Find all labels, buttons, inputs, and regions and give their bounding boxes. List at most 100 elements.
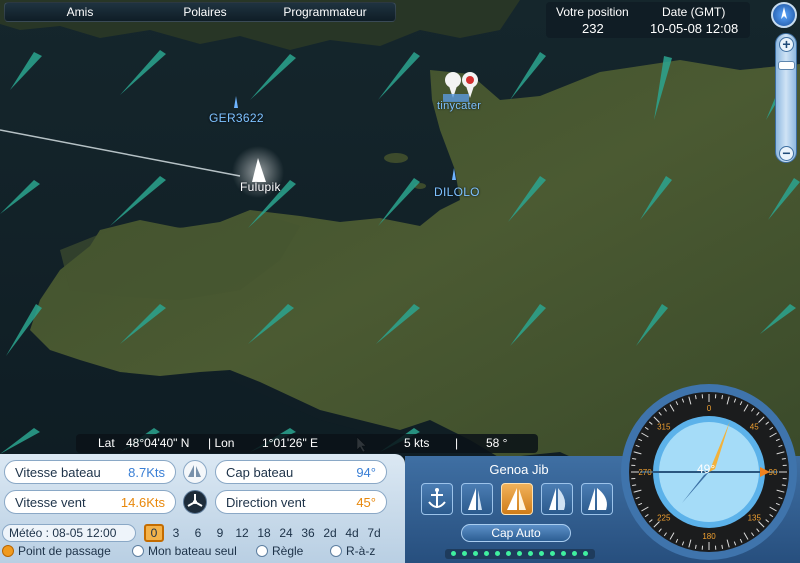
status-led (506, 551, 511, 556)
zoom-out-button[interactable]: − (779, 146, 794, 161)
meteo-step[interactable]: 36 (298, 524, 318, 542)
cursor-heading: 58 ° (486, 436, 508, 450)
filter-my-boat[interactable]: Mon bateau seul (132, 544, 237, 558)
lon-value: 1°01'26" E (262, 436, 319, 450)
gennaker-icon (588, 488, 607, 510)
status-led (473, 551, 478, 556)
heading-compass[interactable]: 0 45 90 135 180 225 270 315 49° (620, 383, 798, 561)
rank-label: Votre position (556, 5, 629, 19)
meteo-step[interactable]: 9 (210, 524, 230, 542)
compass-label: 0 (707, 404, 712, 413)
radio-dot (330, 545, 342, 557)
filter-ruler-label: Règle (272, 544, 304, 558)
rank-value: 232 (582, 21, 604, 36)
compass-tick (632, 484, 637, 487)
nav-polaires[interactable]: Polaires (155, 3, 255, 21)
status-led (528, 551, 533, 556)
meteo-step[interactable]: 6 (188, 524, 208, 542)
compass-label: 270 (638, 468, 652, 477)
radio-dot (256, 545, 268, 557)
filter-reset-label: R-à-z (346, 544, 376, 558)
wind-direction-field: Direction vent 45° (215, 490, 387, 514)
wind-speed-value: 14.6Kts (120, 495, 165, 510)
top-nav: Amis Polaires Programmateur (4, 2, 396, 22)
zoom-thumb[interactable] (778, 61, 795, 70)
meteo-step[interactable]: 24 (276, 524, 296, 542)
boat-label-fulupik[interactable]: Fulupik (240, 180, 281, 194)
date-value: 10-05-08 12:08 (650, 21, 739, 36)
compass-label: 315 (657, 423, 671, 432)
zoom-in-button[interactable]: + (779, 37, 794, 52)
lat-value: 48°04'40" N (126, 436, 190, 450)
status-led (583, 551, 588, 556)
status-led (572, 551, 577, 556)
nav-amis[interactable]: Amis (5, 3, 155, 21)
status-led (495, 551, 500, 556)
wind-speed-field: Vitesse vent 14.6Kts (4, 490, 176, 514)
meteo-label: Météo : 08-05 12:00 (2, 524, 136, 542)
sail-title: Genoa Jib (489, 462, 549, 477)
status-led (550, 551, 555, 556)
spinnaker-button[interactable] (541, 483, 573, 515)
compass-label: 45 (750, 423, 759, 432)
status-led (484, 551, 489, 556)
compass-tick (781, 484, 786, 487)
meteo-step[interactable]: 18 (254, 524, 274, 542)
anchor-icon (428, 488, 446, 508)
meteo-step[interactable]: 7d (364, 524, 384, 542)
compass-tick (632, 457, 637, 460)
wind-speed-label: Vitesse vent (15, 495, 86, 510)
filter-reset[interactable]: R-à-z (330, 544, 375, 558)
gennaker-button[interactable] (581, 483, 613, 515)
compass-label: 135 (748, 513, 762, 522)
boat-speed-field: Vitesse bateau 8.7Kts (4, 460, 176, 484)
status-led (561, 551, 566, 556)
meteo-step[interactable]: 12 (232, 524, 252, 542)
compass-tick (721, 544, 724, 549)
cap-auto-button[interactable]: Cap Auto (461, 524, 571, 542)
radio-dot (132, 545, 144, 557)
status-led-bar (445, 549, 595, 559)
filter-waypoints[interactable]: Point de passage (2, 544, 111, 558)
spinnaker-icon (549, 488, 566, 510)
genoa-sail-button[interactable] (501, 483, 533, 515)
meteo-step[interactable]: 4d (342, 524, 362, 542)
radio-dot (2, 545, 14, 557)
wind-direction-label: Direction vent (226, 495, 306, 510)
compass-tick (721, 395, 724, 400)
filter-ruler[interactable]: Règle (256, 544, 303, 558)
boat-speed-label: Vitesse bateau (15, 465, 101, 480)
zoom-slider[interactable]: + − (775, 33, 797, 163)
lon-label: | Lon (208, 436, 235, 450)
compass-tick (694, 544, 697, 549)
wind-turbine-icon (183, 490, 207, 514)
compass-label: 180 (702, 532, 716, 541)
anchor-button[interactable] (421, 483, 453, 515)
boat-label-dilolo[interactable]: DILOLO (434, 185, 480, 199)
meteo-step[interactable]: 2d (320, 524, 340, 542)
meteo-step[interactable]: 0 (144, 524, 164, 542)
north-compass-icon[interactable] (771, 2, 797, 28)
meteo-step[interactable]: 3 (166, 524, 186, 542)
status-led (451, 551, 456, 556)
coordinate-strip: Lat 48°04'40" N | Lon 1°01'26" E 5 kts |… (76, 434, 538, 453)
meteo-timeline: Météo : 08-05 12:00 0 3 6 9 12 18 24 36 2d 4d 7d (2, 524, 396, 542)
boat-label-ger3622[interactable]: GER3622 (209, 111, 264, 125)
separator: | (455, 436, 459, 450)
boat-speed-value: 8.7Kts (128, 465, 165, 480)
cursor-speed: 5 kts (404, 436, 430, 450)
compass-label: 225 (657, 513, 671, 522)
jib-sail-button[interactable] (461, 483, 493, 515)
filter-my-boat-label: Mon bateau seul (148, 544, 237, 558)
boat-label-tinycater[interactable]: tinycater (437, 100, 481, 112)
jib-sail-icon (468, 488, 482, 510)
boat-stats-panel: Vitesse bateau 8.7Kts Cap bateau 94° Vit… (0, 454, 405, 563)
nav-programmateur[interactable]: Programmateur (255, 3, 395, 21)
compass-center-value: 49° (697, 462, 716, 476)
status-led (539, 551, 544, 556)
status-led (462, 551, 467, 556)
lat-label: Lat (98, 436, 115, 450)
compass-tick (781, 457, 786, 460)
status-led (517, 551, 522, 556)
genoa-sail-icon (507, 488, 526, 510)
